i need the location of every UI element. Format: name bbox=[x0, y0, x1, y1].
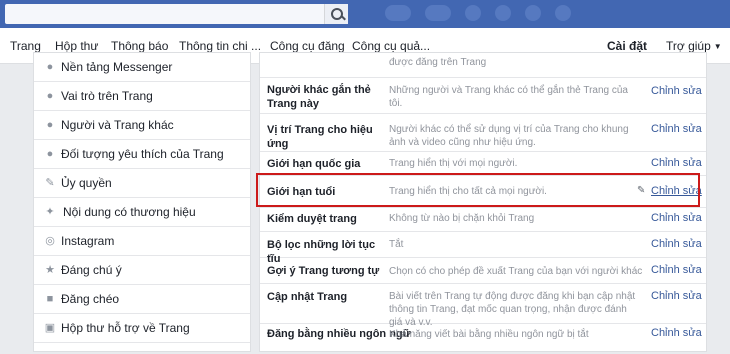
sidebar-item-support-inbox[interactable]: ▣ Hộp thư hỗ trợ về Trang bbox=[34, 314, 250, 343]
wrench-icon: ✎ bbox=[45, 177, 55, 189]
sidebar-item-label: Người và Trang khác bbox=[61, 118, 174, 132]
caret-down-icon: ▼ bbox=[713, 42, 722, 51]
sidebar-item-label: Ủy quyền bbox=[61, 176, 112, 190]
top-bar bbox=[0, 0, 730, 28]
sidebar-item-branded-content[interactable]: ✦ Nội dung có thương hiệu bbox=[34, 198, 250, 227]
settings-row-page-updates: Cập nhật Trang Bài viết trên Trang tự độ… bbox=[260, 284, 706, 328]
notifications-icon[interactable] bbox=[525, 5, 541, 21]
setting-title: Gợi ý Trang tương tự bbox=[267, 265, 380, 277]
top-bar-icons bbox=[385, 5, 571, 23]
help-label: Trợ giúp bbox=[666, 39, 711, 53]
sidebar-item-crossposting[interactable]: ■ Đăng chéo bbox=[34, 285, 250, 314]
sidebar-item-label: Nội dung có thương hiệu bbox=[63, 205, 196, 219]
setting-description: được đăng trên Trang bbox=[389, 57, 487, 68]
settings-row-moderation: Kiểm duyệt trang Không từ nào bị chặn kh… bbox=[260, 208, 706, 232]
sidebar-item-label: Vai trò trên Trang bbox=[61, 89, 153, 103]
setting-description: Trang hiển thị với mọi người. bbox=[389, 158, 518, 169]
handshake-icon: ✦ bbox=[45, 206, 55, 218]
edit-link[interactable]: Chỉnh sửa bbox=[651, 123, 702, 135]
edit-link[interactable]: Chỉnh sửa bbox=[651, 85, 702, 97]
help-icon[interactable] bbox=[555, 5, 571, 21]
sidebar-item-people-and-pages[interactable]: ● Người và Trang khác bbox=[34, 111, 250, 140]
sidebar-item-label: Nền tảng Messenger bbox=[61, 60, 173, 74]
messenger-icon: ● bbox=[46, 61, 54, 73]
sidebar-item-featured[interactable]: ★ Đáng chú ý bbox=[34, 256, 250, 285]
star-icon: ★ bbox=[45, 264, 55, 276]
setting-description: Tắt bbox=[389, 239, 404, 250]
sidebar-item-label: Đăng chéo bbox=[61, 292, 120, 306]
highlight-box bbox=[256, 173, 700, 207]
settings-row-tagging: Người khác gắn thẻ Trang này Những người… bbox=[260, 78, 706, 114]
sidebar-item-instagram[interactable]: ◎ Instagram bbox=[34, 227, 250, 256]
settings-row-similar-pages: Gợi ý Trang tương tự Chọn có cho phép đề… bbox=[260, 258, 706, 284]
setting-title: Kiểm duyệt trang bbox=[267, 213, 357, 225]
sidebar-item-label: Đáng chú ý bbox=[61, 263, 122, 277]
setting-description: Khả năng viết bài bằng nhiều ngôn ngữ bị… bbox=[389, 329, 589, 340]
sidebar-item-authorization[interactable]: ✎ Ủy quyền bbox=[34, 169, 250, 198]
search-icon[interactable] bbox=[324, 4, 348, 24]
settings-row-multilingual: Đăng bằng nhiều ngôn ngữ Khả năng viết b… bbox=[260, 324, 706, 354]
video-icon: ■ bbox=[46, 293, 54, 305]
messages-icon[interactable] bbox=[495, 5, 511, 21]
sidebar-item-messenger[interactable]: ● Nền tảng Messenger bbox=[34, 53, 250, 82]
sidebar-item-preferred-audience[interactable]: ● Đối tượng yêu thích của Trang bbox=[34, 140, 250, 169]
setting-description: Những người và Trang khác có thể gắn thẻ… bbox=[389, 85, 628, 109]
profile-icon[interactable] bbox=[385, 5, 411, 21]
person-icon: ● bbox=[46, 90, 54, 102]
setting-description: Không từ nào bị chặn khỏi Trang bbox=[389, 213, 535, 224]
edit-link[interactable]: Chỉnh sửa bbox=[651, 157, 702, 169]
edit-link[interactable]: Chỉnh sửa bbox=[651, 238, 702, 250]
edit-link[interactable]: Chỉnh sửa bbox=[651, 327, 702, 339]
sidebar-item-page-roles[interactable]: ● Vai trò trên Trang bbox=[34, 82, 250, 111]
facebook-icon: ▣ bbox=[44, 322, 56, 334]
instagram-icon: ◎ bbox=[45, 235, 55, 247]
settings-row-page-location: Vị trí Trang cho hiệu ứng Người khác có … bbox=[260, 114, 706, 152]
search-input[interactable] bbox=[5, 4, 348, 24]
setting-title: Cập nhật Trang bbox=[267, 291, 348, 303]
edit-link[interactable]: Chỉnh sửa bbox=[651, 212, 702, 224]
friends-icon[interactable] bbox=[465, 5, 481, 21]
sidebar-item-label: Đối tượng yêu thích của Trang bbox=[61, 147, 224, 161]
home-icon[interactable] bbox=[425, 5, 451, 21]
edit-link[interactable]: Chỉnh sửa bbox=[651, 290, 702, 302]
setting-description: Người khác có thể sử dụng vị trí của Tra… bbox=[389, 124, 629, 148]
settings-row-profanity: Bộ lọc những lời tục tĩu Tắt Chỉnh sửa bbox=[260, 232, 706, 265]
setting-description: Chọn có cho phép đề xuất Trang của bạn v… bbox=[389, 266, 644, 277]
edit-link[interactable]: Chỉnh sửa bbox=[651, 264, 702, 276]
setting-title: Vị trí Trang cho hiệu ứng bbox=[267, 124, 373, 150]
setting-title: Đăng bằng nhiều ngôn ngữ bbox=[267, 328, 411, 340]
sidebar-item-label: Hộp thư hỗ trợ về Trang bbox=[61, 321, 190, 335]
settings-row-partial: được đăng trên Trang bbox=[260, 53, 706, 78]
settings-sidebar: ● Nền tảng Messenger ● Vai trò trên Tran… bbox=[33, 52, 251, 352]
people-icon: ● bbox=[46, 148, 54, 160]
setting-title: Giới hạn quốc gia bbox=[267, 158, 361, 170]
people-icon: ● bbox=[46, 119, 54, 131]
sidebar-item-label: Instagram bbox=[61, 234, 115, 248]
setting-title: Người khác gắn thẻ Trang này bbox=[267, 84, 371, 110]
